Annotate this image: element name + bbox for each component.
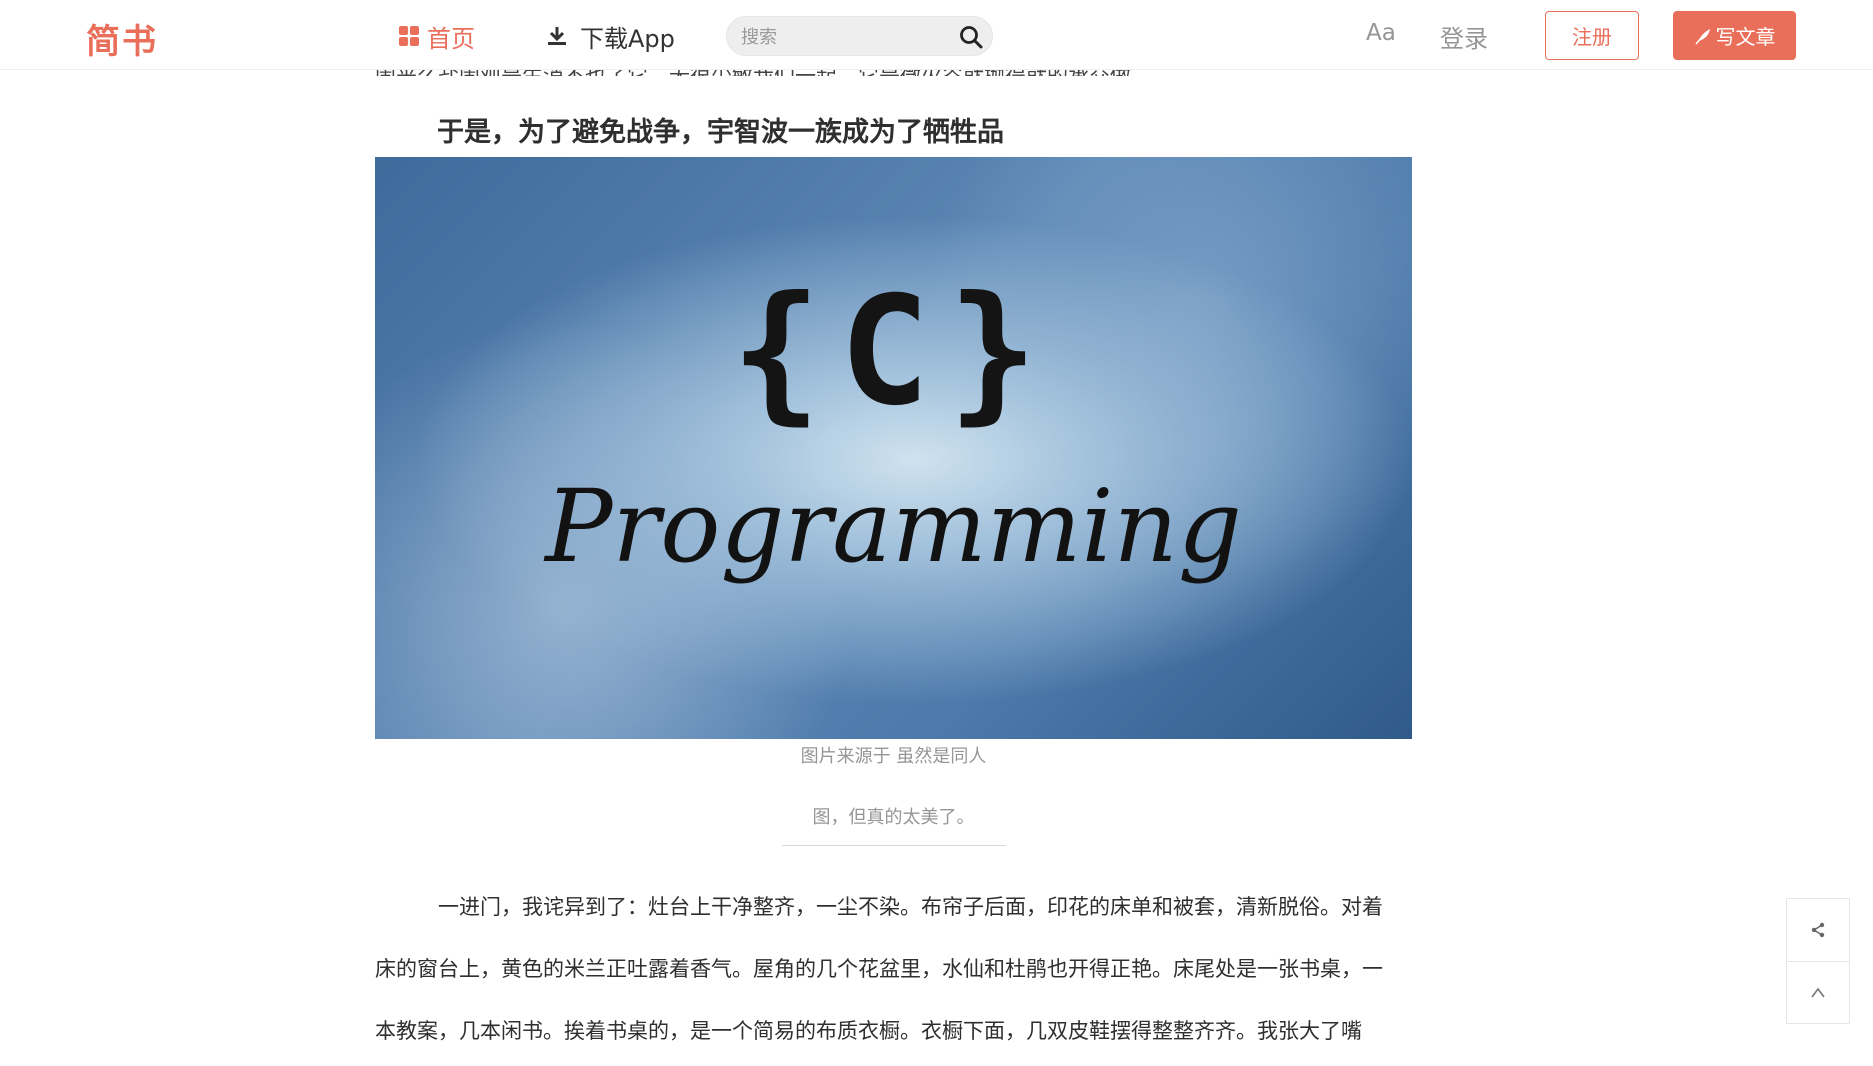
download-icon (548, 27, 566, 45)
caption-divider (782, 845, 1006, 846)
nav-home-label: 首页 (427, 24, 475, 53)
nav-download-app-link[interactable]: 下载App (546, 20, 675, 53)
search-icon[interactable] (958, 24, 984, 50)
share-button[interactable] (1787, 899, 1849, 961)
write-article-button[interactable]: 写文章 (1673, 11, 1796, 60)
top-navbar: 简书 首页 下载App Aa 登录 注册 写文章 (0, 0, 1873, 70)
search-input[interactable] (741, 24, 951, 50)
nav-download-label: 下载App (580, 24, 675, 53)
paragraph-line: 床的窗台上，黄色的米兰正吐露着香气。屋角的几个花盆里，水仙和杜鹃也开得正艳。床尾… (375, 957, 1383, 981)
article-section-heading: 于是，为了避免战争，宇智波一族成为了牺牲品 (437, 117, 1004, 148)
paragraph-line: 一进门，我诧异到了：灶台上干净整齐，一尘不染。布帘子后面，印花的床单和被套，清新… (438, 895, 1383, 919)
image-script-text: Programming (545, 468, 1242, 585)
nav-home-link[interactable]: 首页 (399, 20, 475, 53)
register-button[interactable]: 注册 (1545, 11, 1639, 60)
side-toolbar (1786, 898, 1850, 1024)
article-image-c-programming: {C} Programming (375, 157, 1412, 739)
home-grid-icon (399, 26, 419, 46)
image-caption-line-1: 图片来源于 虽然是同人 (800, 746, 987, 767)
share-icon (1811, 922, 1825, 938)
write-article-label: 写文章 (1715, 25, 1776, 49)
font-size-toggle[interactable]: Aa (1366, 20, 1396, 46)
back-to-top-button[interactable] (1787, 961, 1849, 1023)
site-logo[interactable]: 简书 (86, 14, 158, 63)
feather-pen-icon (1694, 28, 1710, 44)
paragraph-line: 本教案，几本闲书。挨着书桌的，是一个简易的布质衣橱。衣橱下面，几双皮鞋摆得整整齐… (375, 1019, 1362, 1043)
search-box (726, 16, 993, 56)
image-caption-line-2: 图，但真的太美了。 (812, 807, 975, 828)
login-link[interactable]: 登录 (1440, 19, 1488, 54)
image-brace-text: {C} (731, 265, 1056, 439)
back-to-top-icon (1811, 987, 1825, 997)
